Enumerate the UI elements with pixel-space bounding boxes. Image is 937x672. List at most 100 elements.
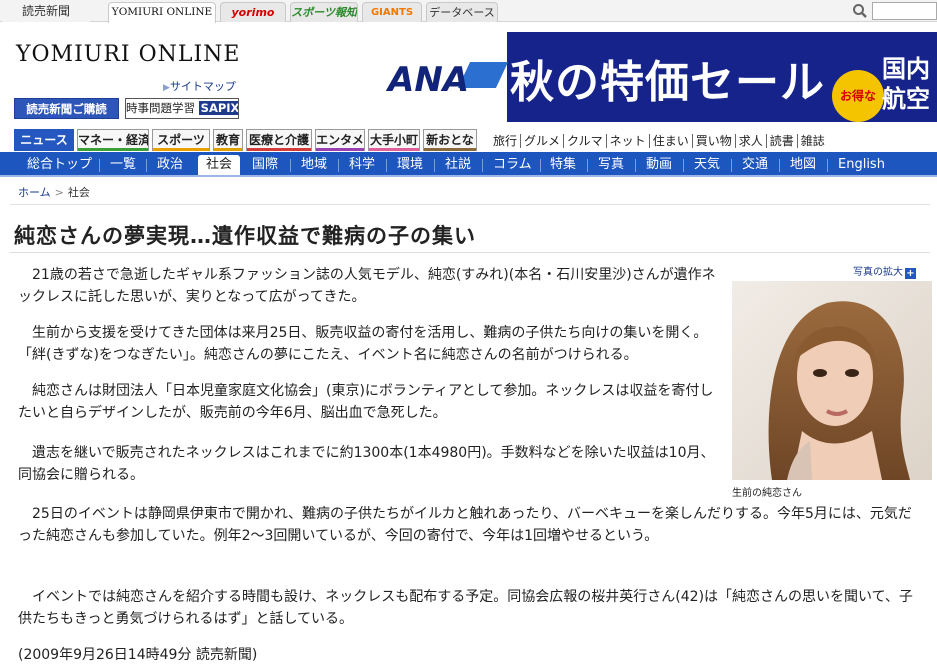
article-paragraph: 純恋さんは財団法人「日本児童家庭文化協会」(東京)にボランティアとして参加。ネッ… <box>18 383 714 421</box>
article-byline: (2009年9月26日14時49分 読売新聞) <box>18 647 258 663</box>
article-photo[interactable] <box>732 281 932 480</box>
site-tab-giants[interactable]: GIANTS <box>362 2 422 22</box>
nav-science[interactable]: 科学 <box>349 155 375 175</box>
site-tab-hochi[interactable]: スポーツ報知 <box>290 2 358 22</box>
tab-otona-label: 新おとな <box>426 133 474 147</box>
nav-separator <box>540 159 541 172</box>
tab-health-label: 医療と介護 <box>248 133 309 147</box>
tab-color-bar <box>424 148 476 151</box>
article-headline: 純恋さんの夢実現…遺作収益で難病の子の集い <box>14 224 476 248</box>
nav-separator <box>290 159 291 172</box>
photo-enlarge-label: 写真の拡大 <box>853 267 903 278</box>
tab-sports-label: スポーツ <box>157 133 205 147</box>
sub-cat-housing[interactable]: 住まい <box>649 134 693 148</box>
nav-region[interactable]: 地域 <box>301 155 327 175</box>
nav-weather[interactable]: 天気 <box>694 155 720 175</box>
ad-domestic: 国内 航空 <box>882 54 930 114</box>
nav-separator <box>635 159 636 172</box>
search-input[interactable] <box>872 2 937 20</box>
tab-money-label: マネー・経済 <box>78 133 149 147</box>
nav-separator <box>827 159 828 172</box>
nav-environment[interactable]: 環境 <box>397 155 423 175</box>
site-tab-yomiuri-online[interactable]: YOMIURI ONLINE <box>108 2 216 23</box>
nav-top[interactable]: 総合トップ <box>27 155 92 175</box>
nav-underline <box>0 175 937 177</box>
breadcrumb-home[interactable]: ホーム <box>18 186 51 199</box>
nav-column[interactable]: コラム <box>493 155 532 175</box>
site-tab-yomiuri-shimbun[interactable]: 読売新聞 <box>2 2 90 22</box>
nav-separator <box>99 159 100 172</box>
subscribe-button[interactable]: 読売新聞ご購読 <box>14 98 119 119</box>
nav-separator <box>386 159 387 172</box>
nav-english[interactable]: English <box>838 155 885 175</box>
sapix-prefix: 時事問題学習 <box>126 101 195 115</box>
sub-cat-gourmet[interactable]: グルメ <box>521 134 565 148</box>
site-tab-yorimo[interactable]: yorimo <box>220 2 286 22</box>
nav-separator <box>434 159 435 172</box>
nav-separator <box>338 159 339 172</box>
photo-caption: 生前の純恋さん <box>732 488 802 499</box>
sub-cat-net[interactable]: ネット <box>606 134 650 148</box>
article-paragraph: 25日のイベントは静岡県伊東市で開かれ、難病の子供たちがイルカと触れあったり、バ… <box>18 506 912 544</box>
nav-video[interactable]: 動画 <box>646 155 672 175</box>
tab-health[interactable]: 医療と介護 <box>246 129 312 151</box>
ad-headline: 秋の特価セール <box>510 57 825 108</box>
nav-list[interactable]: 一覧 <box>110 155 136 175</box>
tab-news[interactable]: ニュース <box>14 129 74 151</box>
nav-traffic[interactable]: 交通 <box>742 155 768 175</box>
sub-cat-car[interactable]: クルマ <box>564 134 607 148</box>
main-nav: 総合トップ 一覧 政治 社会 国際 地域 科学 環境 社説 コラム 特集 写真 … <box>0 152 937 178</box>
ana-ad-banner[interactable]: ANA 秋の特価セール お得な 国内 航空 <box>382 32 937 122</box>
sub-cat-shopping[interactable]: 買い物 <box>692 134 736 148</box>
tab-education[interactable]: 教育 <box>213 129 243 151</box>
tab-color-bar <box>153 148 209 151</box>
sitemap-label: サイトマップ <box>169 80 236 93</box>
tab-otona[interactable]: 新おとな <box>423 129 477 151</box>
ad-domestic-1: 国内 <box>882 55 930 83</box>
sub-cat-books[interactable]: 読書 <box>766 134 798 148</box>
site-bar: 読売新聞 YOMIURI ONLINE yorimo スポーツ報知 GIANTS… <box>0 0 937 23</box>
divider <box>10 252 930 253</box>
tab-color-bar <box>369 148 419 151</box>
arrow-right-icon: ▶ <box>163 83 170 93</box>
tab-komachi-label: 大手小町 <box>369 133 418 147</box>
breadcrumb-separator: > <box>54 186 64 199</box>
ad-domestic-2: 航空 <box>882 85 930 113</box>
tab-entame[interactable]: エンタメ <box>315 129 365 151</box>
nav-separator <box>587 159 588 172</box>
tab-komachi[interactable]: 大手小町 <box>368 129 420 151</box>
portrait-image <box>732 281 932 480</box>
nav-separator <box>779 159 780 172</box>
search-icon[interactable] <box>852 3 868 19</box>
divider <box>10 204 930 205</box>
tab-color-bar <box>78 148 148 151</box>
tab-color-bar <box>247 148 311 151</box>
nav-separator <box>146 159 147 172</box>
nav-separator <box>731 159 732 172</box>
tab-sports[interactable]: スポーツ <box>152 129 210 151</box>
tab-money[interactable]: マネー・経済 <box>77 129 149 151</box>
photo-enlarge-link[interactable]: 写真の拡大 + <box>853 263 916 279</box>
breadcrumb-current[interactable]: 社会 <box>68 186 90 199</box>
article-paragraph: 遺志を継いで販売されたネックレスはこれまでに約1300本(1本4980円)。手数… <box>18 445 715 483</box>
article-paragraph: 生前から支援を受けてきた団体は来月25日、販売収益の寄付を活用し、難病の子供たち… <box>18 325 708 363</box>
sapix-brand: SAPIX <box>198 101 238 115</box>
sapix-button[interactable]: 時事問題学習 SAPIX <box>125 98 239 119</box>
breadcrumb: ホーム > 社会 <box>18 184 90 200</box>
nav-international[interactable]: 国際 <box>252 155 278 175</box>
nav-feature[interactable]: 特集 <box>550 155 576 175</box>
plus-icon: + <box>905 268 916 279</box>
site-tab-database[interactable]: データベース <box>426 2 498 22</box>
nav-editorial[interactable]: 社説 <box>445 155 471 175</box>
sub-cat-travel[interactable]: 旅行 <box>490 134 522 148</box>
tab-education-label: 教育 <box>215 133 240 147</box>
sub-cat-jobs[interactable]: 求人 <box>735 134 767 148</box>
site-logo[interactable]: YOMIURI ONLINE <box>16 42 240 67</box>
article-paragraph: イベントでは純恋さんを紹介する時間も設け、ネックレスも配布する予定。同協会広報の… <box>18 589 913 627</box>
nav-politics[interactable]: 政治 <box>157 155 183 175</box>
nav-photo[interactable]: 写真 <box>598 155 624 175</box>
ad-brand: ANA <box>388 60 470 100</box>
nav-map[interactable]: 地図 <box>790 155 816 175</box>
sitemap-link[interactable]: ▶サイトマップ <box>163 78 236 94</box>
sub-cat-magazines[interactable]: 雑誌 <box>798 134 828 148</box>
